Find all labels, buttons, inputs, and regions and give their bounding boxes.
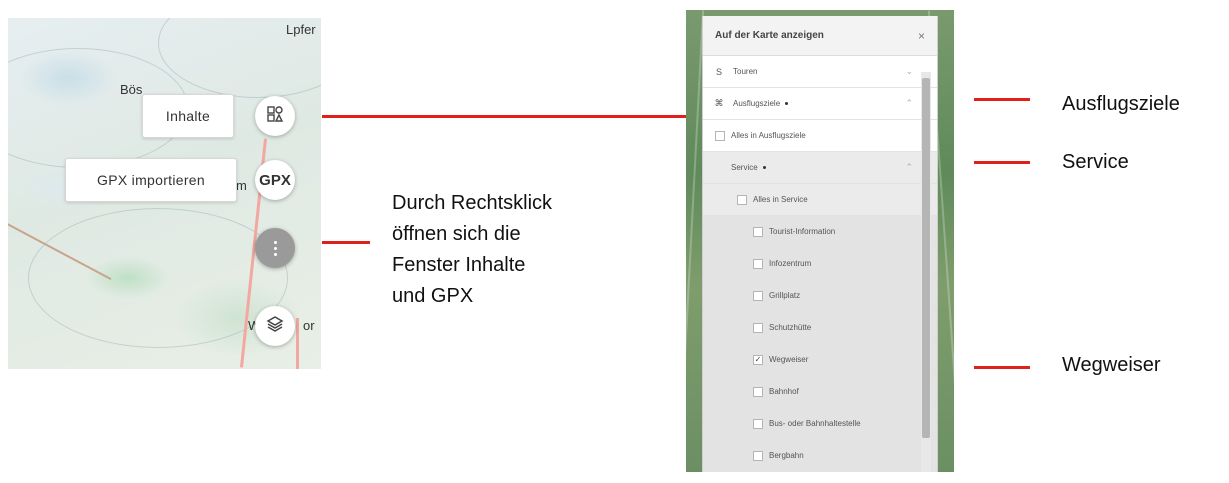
active-dot-indicator [762, 166, 766, 169]
row-label: Bahnhof [769, 387, 799, 396]
connector-line-service [974, 161, 1030, 164]
checkbox[interactable] [753, 322, 763, 333]
checkbox-row-schutzhuette[interactable]: Schutzhütte [703, 312, 937, 344]
checkbox-checked[interactable]: ✓ [753, 354, 763, 365]
map-place-label: Bös [120, 82, 143, 97]
checkbox-row-alles-service[interactable]: Alles in Service [703, 184, 937, 216]
checkbox-row-tourist-information[interactable]: Tourist-Information [703, 216, 937, 248]
checkbox[interactable] [753, 386, 763, 397]
checkbox-row-infozentrum[interactable]: Infozentrum [703, 248, 937, 280]
inhalte-tooltip[interactable]: Inhalte [142, 94, 234, 138]
map-place-label: or [303, 318, 315, 333]
row-label: Infozentrum [769, 259, 812, 268]
layers-button[interactable] [255, 306, 295, 346]
checkbox[interactable] [753, 290, 763, 301]
checkbox-row-bahnhof[interactable]: Bahnhof [703, 376, 937, 408]
checkbox-row-grillplatz[interactable]: Grillplatz [703, 280, 937, 312]
checkbox[interactable] [737, 194, 747, 205]
connector-line-caption [322, 241, 370, 244]
caption-line: Fenster Inhalte [392, 254, 526, 276]
inhalte-tooltip-label: Inhalte [165, 108, 211, 124]
checkbox-row-bergbahn[interactable]: Bergbahn [703, 440, 937, 472]
panel-title: Auf der Karte anzeigen [715, 30, 824, 41]
gpx-button-label: GPX [259, 171, 291, 189]
map-layers-panel: Auf der Karte anzeigen × S Touren ⌄ ⌘ Au… [702, 16, 938, 472]
row-label: Wegweiser [769, 355, 809, 364]
checkbox[interactable] [753, 450, 763, 461]
close-icon[interactable]: × [918, 29, 925, 43]
row-label: Grillplatz [769, 291, 801, 300]
ausflugsziele-icon: ⌘ [714, 98, 724, 108]
row-label: Service [731, 163, 758, 172]
connector-line-wegweiser [974, 366, 1030, 369]
chevron-down-icon: ⌄ [905, 66, 913, 76]
map-place-label: Lpfer [286, 22, 316, 37]
map-left-crop[interactable]: Lpfer Bös m W or Inhalte GPX importieren… [8, 18, 321, 369]
touren-icon: S [715, 66, 722, 77]
category-row-service[interactable]: Service ⌃ [703, 152, 937, 184]
row-label: Bergbahn [769, 451, 804, 460]
connector-line-inhalte [322, 115, 686, 118]
category-row-ausflugsziele[interactable]: ⌘ Ausflugsziele ⌃ [703, 88, 937, 120]
row-label: Ausflugsziele [733, 99, 781, 108]
gpx-import-tooltip-label: GPX importieren [97, 172, 205, 188]
row-label: Schutzhütte [769, 323, 812, 332]
more-options-button[interactable] [255, 228, 295, 268]
checkbox-row-alles-ausflugsziele[interactable]: Alles in Ausflugsziele [703, 120, 937, 152]
row-label: Touren [733, 67, 758, 76]
inhalte-button[interactable] [255, 96, 295, 136]
row-label: Alles in Service [753, 195, 808, 204]
panel-header: Auf der Karte anzeigen × [703, 16, 937, 56]
caption-line: Durch Rechtsklick [392, 192, 553, 214]
annotation-service: Service [1062, 151, 1129, 173]
category-row-touren[interactable]: S Touren ⌄ [703, 56, 937, 88]
row-label: Tourist-Information [769, 227, 836, 236]
layers-icon [265, 314, 285, 338]
row-label: Alles in Ausflugsziele [731, 131, 806, 140]
more-vertical-icon [273, 238, 277, 259]
gpx-import-tooltip[interactable]: GPX importieren [65, 158, 237, 202]
annotation-wegweiser: Wegweiser [1062, 354, 1161, 376]
active-dot-indicator [785, 102, 789, 105]
chevron-up-icon: ⌃ [905, 98, 913, 108]
gpx-button[interactable]: GPX [255, 160, 295, 200]
map-place-label: m [236, 178, 247, 193]
map-road [296, 318, 299, 369]
row-label: Bus- oder Bahnhaltestelle [769, 419, 861, 428]
connector-line-ausflugsziele [974, 98, 1030, 101]
checkbox[interactable] [715, 130, 725, 141]
annotation-ausflugsziele: Ausflugsziele [1062, 93, 1180, 115]
checkbox[interactable] [753, 226, 763, 237]
checkbox-row-wegweiser[interactable]: ✓ Wegweiser [703, 344, 937, 376]
caption-line: und GPX [392, 285, 474, 307]
chevron-up-icon: ⌃ [905, 162, 913, 172]
checkbox-row-bus-bahnhaltestelle[interactable]: Bus- oder Bahnhaltestelle [703, 408, 937, 440]
explanation-caption: Durch Rechtsklick öffnen sich die Fenste… [392, 188, 642, 312]
checkbox[interactable] [753, 418, 763, 429]
checkbox[interactable] [753, 258, 763, 269]
caption-line: öffnen sich die [392, 223, 521, 245]
map-right-crop: Auf der Karte anzeigen × S Touren ⌄ ⌘ Au… [686, 10, 954, 472]
scrollbar-thumb[interactable] [922, 78, 930, 438]
content-icon [265, 104, 285, 128]
